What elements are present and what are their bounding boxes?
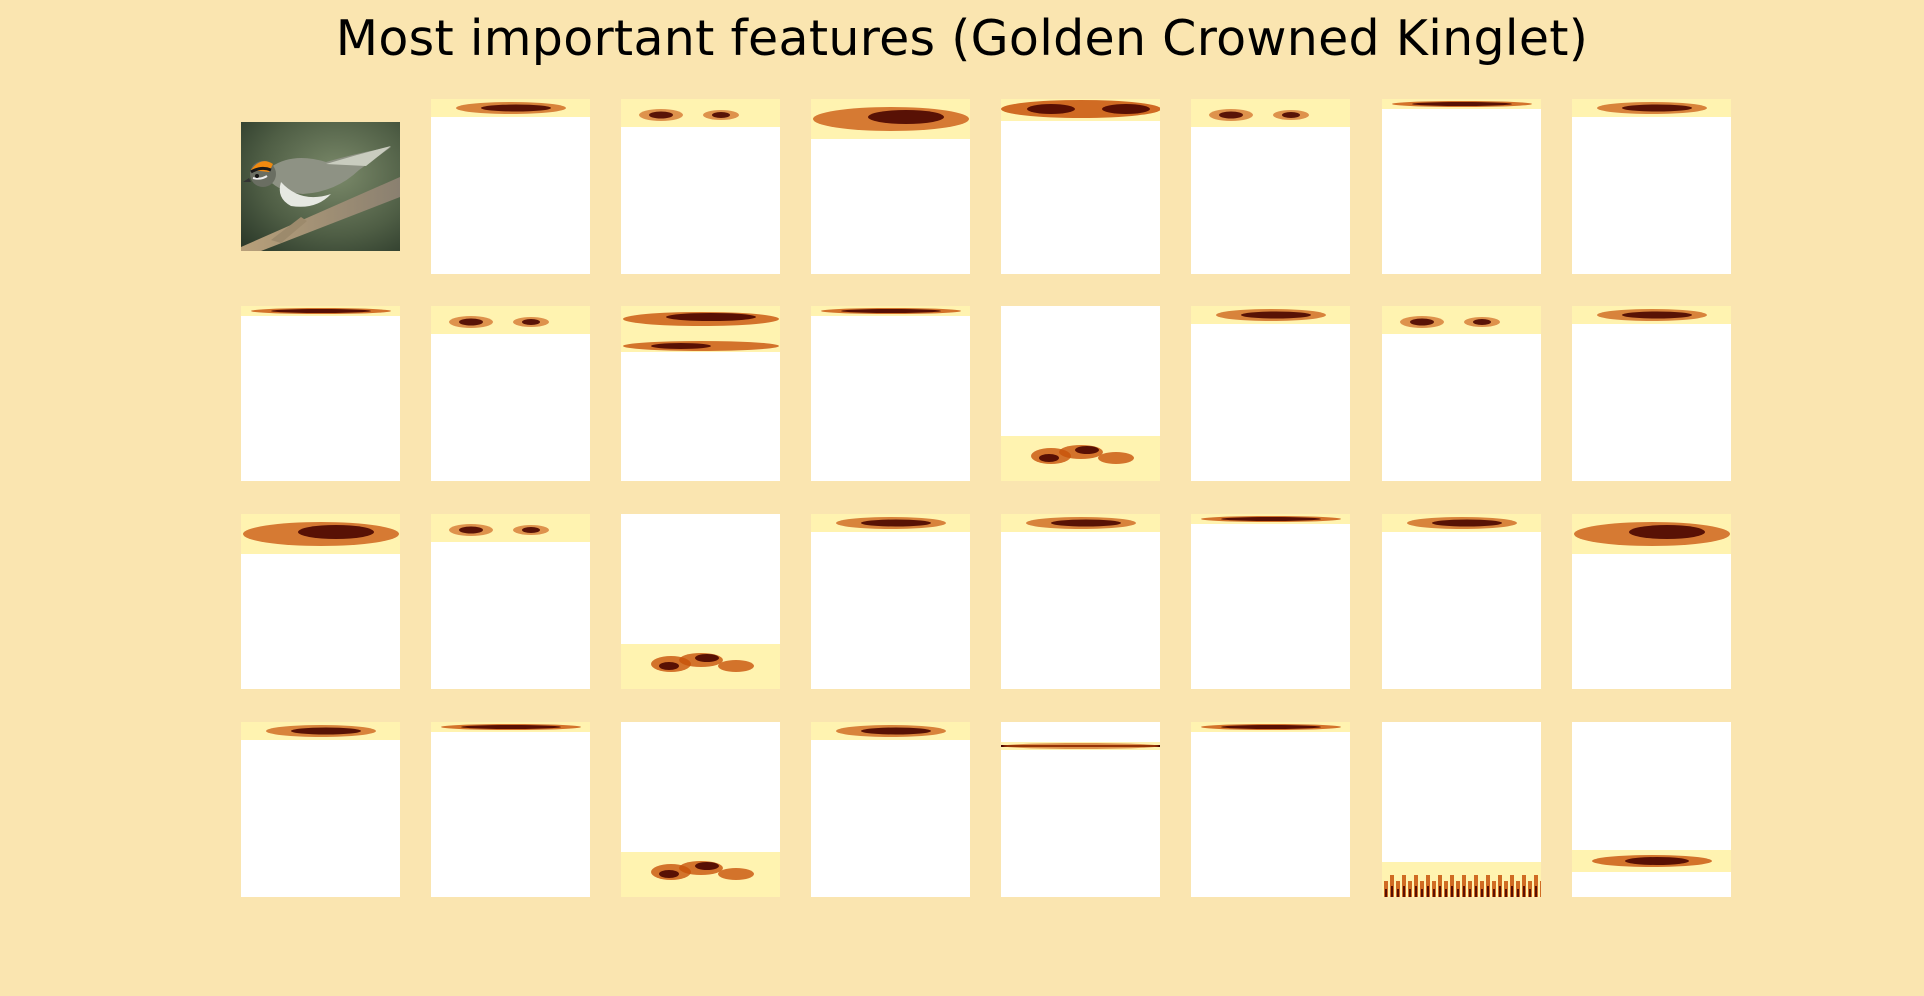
heatmap-cell — [1382, 306, 1541, 481]
heatmap-image — [811, 514, 970, 532]
heatmap-cell — [431, 722, 590, 897]
heatmap-cell — [241, 306, 400, 481]
heatmap-cell — [431, 306, 590, 481]
heatmap-image — [1001, 514, 1160, 532]
heatmap-cell — [431, 514, 590, 689]
heatmap-image — [811, 722, 970, 740]
heatmap-image — [431, 306, 590, 334]
heatmap-cell — [1382, 722, 1541, 897]
heatmap-image — [241, 514, 400, 554]
heatmap-image — [1001, 436, 1160, 481]
heatmap-image — [1191, 306, 1350, 324]
bird-photo-image — [241, 122, 400, 251]
heatmap-cell — [1001, 514, 1160, 689]
heatmap-image — [1382, 514, 1541, 532]
heatmap-cell — [1572, 99, 1731, 274]
heatmap-image — [1001, 99, 1160, 121]
heatmap-cell — [621, 99, 780, 274]
heatmap-cell — [621, 306, 780, 481]
heatmap-image — [1572, 306, 1731, 324]
heatmap-cell — [621, 722, 780, 897]
heatmap-image — [621, 306, 780, 352]
heatmap-cell — [811, 514, 970, 689]
heatmap-image — [1572, 99, 1731, 117]
heatmap-cell — [1001, 99, 1160, 274]
heatmap-cell — [621, 514, 780, 689]
heatmap-image — [241, 722, 400, 740]
heatmap-cell — [811, 99, 970, 274]
heatmap-image — [241, 306, 400, 316]
heatmap-cell — [1382, 514, 1541, 689]
heatmap-image — [811, 306, 970, 316]
heatmap-cell — [241, 514, 400, 689]
heatmap-cell — [1572, 306, 1731, 481]
heatmap-image — [811, 99, 970, 139]
heatmap-cell — [1191, 306, 1350, 481]
heatmap-cell — [1572, 514, 1731, 689]
heatmap-image — [431, 722, 590, 732]
heatmap-image — [1382, 306, 1541, 334]
heatmap-image — [431, 99, 590, 117]
heatmap-image — [621, 644, 780, 689]
heatmap-image — [1001, 742, 1160, 750]
heatmap-image — [1191, 514, 1350, 524]
heatmap-image — [1382, 99, 1541, 109]
heatmap-cell — [811, 722, 970, 897]
heatmap-cell — [811, 306, 970, 481]
heatmap-cell — [1001, 306, 1160, 481]
heatmap-image — [621, 99, 780, 127]
feature-grid — [0, 0, 1924, 996]
bird-photo — [241, 122, 400, 251]
heatmap-image — [1572, 514, 1731, 554]
heatmap-image — [431, 514, 590, 542]
heatmap-cell — [431, 99, 590, 274]
heatmap-cell — [1572, 722, 1731, 897]
heatmap-cell — [1191, 722, 1350, 897]
heatmap-cell — [1191, 99, 1350, 274]
heatmap-cell — [1191, 514, 1350, 689]
heatmap-image — [1191, 99, 1350, 127]
heatmap-image — [1382, 862, 1541, 897]
heatmap-image — [1572, 850, 1731, 872]
heatmap-cell — [241, 722, 400, 897]
heatmap-image — [621, 852, 780, 897]
heatmap-cell — [1382, 99, 1541, 274]
heatmap-image — [1191, 722, 1350, 732]
heatmap-cell — [1001, 722, 1160, 897]
